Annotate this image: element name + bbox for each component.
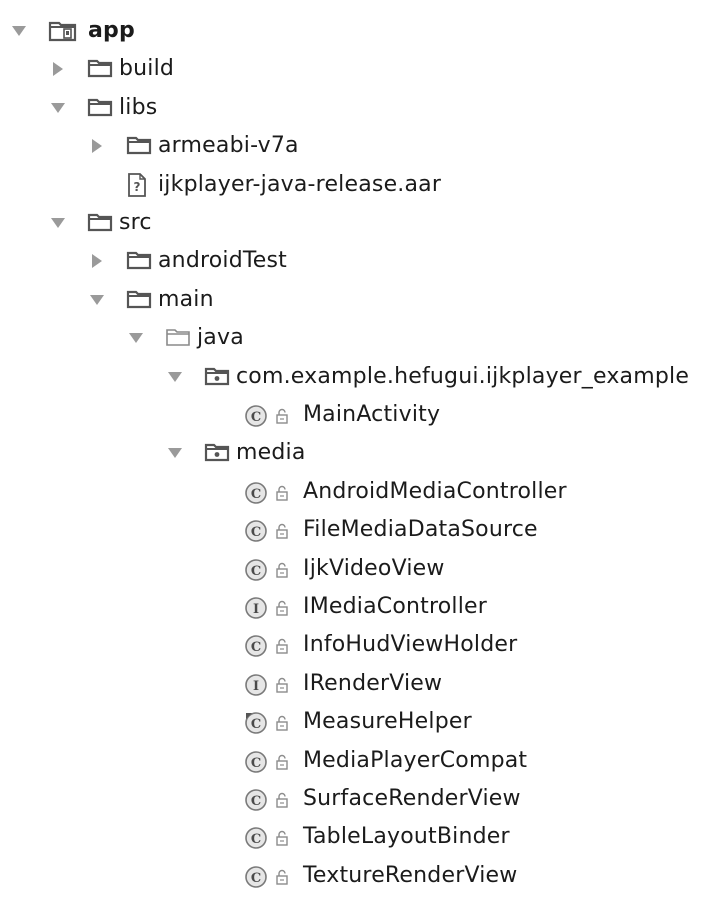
tree-row[interactable]: armeabi-v7a: [0, 127, 721, 165]
tree-row[interactable]: media: [0, 434, 721, 472]
tree-row[interactable]: libs: [0, 89, 721, 127]
class-icon: C: [243, 749, 299, 779]
tree-row[interactable]: build: [0, 50, 721, 88]
expand-arrow-icon[interactable]: [51, 218, 65, 228]
tree-row[interactable]: C MainActivity: [0, 396, 721, 434]
tree-row[interactable]: C InfoHudViewHolder: [0, 626, 721, 664]
svg-text:C: C: [251, 564, 261, 579]
svg-text:C: C: [251, 410, 261, 425]
svg-text:C: C: [251, 487, 261, 502]
class-icon: C: [243, 403, 299, 433]
svg-text:I: I: [253, 602, 259, 617]
svg-text:C: C: [251, 525, 261, 540]
class-icon: C: [243, 864, 299, 894]
tree-row[interactable]: C FileMediaDataSource: [0, 511, 721, 549]
interface-icon: I: [243, 672, 299, 702]
folder-icon: [126, 134, 152, 160]
tree-row[interactable]: I IMediaController: [0, 588, 721, 626]
tree-item-label: ijkplayer-java-release.aar: [158, 171, 442, 197]
svg-text:I: I: [253, 679, 259, 694]
tree-row[interactable]: C AndroidMediaController: [0, 473, 721, 511]
expand-arrow-icon[interactable]: [168, 448, 182, 459]
tree-item-label: MeasureHelper: [303, 709, 472, 735]
collapse-arrow-icon[interactable]: [92, 139, 102, 154]
tree-item-label: AndroidMediaController: [303, 478, 567, 504]
svg-text:C: C: [251, 832, 261, 847]
folder-icon: [126, 288, 152, 314]
folder-icon: [87, 96, 113, 122]
tree-item-label: src: [119, 210, 152, 235]
tree-row[interactable]: java: [0, 319, 721, 357]
tree-item-label: app: [88, 18, 135, 43]
expand-arrow-icon[interactable]: [90, 294, 104, 305]
tree-item-label: androidTest: [158, 248, 288, 274]
tree-row[interactable]: C IjkVideoView: [0, 550, 721, 588]
tree-item-label: FileMediaDataSource: [303, 517, 538, 543]
tree-item-label: SurfaceRenderView: [303, 786, 521, 811]
tree-item-label: com.example.hefugui.ijkplayer_example: [236, 363, 690, 389]
tree-item-label: build: [119, 56, 175, 82]
interface-icon: I: [243, 595, 299, 625]
tree-row[interactable]: src: [0, 204, 721, 242]
tree-row[interactable]: ? ijkplayer-java-release.aar: [0, 166, 721, 204]
svg-text:?: ?: [134, 180, 141, 194]
tree-item-label: IRenderView: [303, 670, 443, 696]
folder-icon: [126, 249, 152, 275]
tree-item-label: IMediaController: [303, 594, 487, 619]
class-icon: C: [243, 480, 299, 510]
tree-item-label: main: [158, 286, 214, 312]
tree-item-label: TextureRenderView: [303, 862, 518, 888]
folder-icon: [87, 57, 113, 83]
source-folder-icon: [165, 326, 191, 352]
tree-row[interactable]: C MediaPlayerCompat: [0, 742, 721, 780]
package-icon: [204, 441, 230, 467]
expand-arrow-icon[interactable]: [129, 333, 143, 344]
tree-item-label: TableLayoutBinder: [303, 824, 510, 850]
tree-row[interactable]: main: [0, 281, 721, 319]
tree-item-label: InfoHudViewHolder: [303, 632, 518, 658]
class-icon: C: [243, 633, 299, 663]
tree-item-label: java: [197, 325, 244, 351]
tree-row[interactable]: I IRenderView: [0, 665, 721, 703]
module-folder-icon: [48, 19, 78, 47]
svg-text:C: C: [251, 717, 261, 732]
svg-text:C: C: [251, 640, 261, 655]
expand-arrow-icon[interactable]: [168, 371, 182, 382]
svg-text:C: C: [251, 871, 261, 886]
expand-arrow-icon[interactable]: [51, 102, 65, 113]
class-icon: C: [243, 710, 299, 740]
tree-row[interactable]: com.example.hefugui.ijkplayer_example: [0, 358, 721, 396]
project-tree: app build libs armeabi-v7a? ijkplayer-java-r…: [0, 0, 721, 902]
class-icon: C: [243, 518, 299, 548]
tree-item-label: armeabi-v7a: [158, 133, 299, 159]
expand-arrow-icon[interactable]: [12, 26, 26, 36]
class-icon: C: [243, 825, 299, 855]
tree-item-label: libs: [119, 94, 158, 120]
tree-item-label: IjkVideoView: [303, 555, 445, 581]
svg-text:C: C: [251, 756, 261, 771]
class-icon: C: [243, 557, 299, 587]
tree-row[interactable]: C TextureRenderView: [0, 857, 721, 895]
tree-row[interactable]: C SurfaceRenderView: [0, 780, 721, 818]
unknown-file-icon: ?: [126, 172, 148, 202]
folder-icon: [87, 211, 113, 237]
class-icon: C: [243, 787, 299, 817]
tree-item-label: media: [236, 440, 306, 466]
tree-item-label: MainActivity: [303, 402, 441, 427]
svg-text:C: C: [251, 794, 261, 809]
tree-row[interactable]: androidTest: [0, 242, 721, 280]
package-icon: [204, 365, 230, 391]
tree-row[interactable]: C TableLayoutBinder: [0, 818, 721, 856]
collapse-arrow-icon[interactable]: [92, 254, 102, 269]
tree-row[interactable]: app: [0, 12, 721, 50]
tree-item-label: MediaPlayerCompat: [303, 747, 528, 773]
collapse-arrow-icon[interactable]: [53, 62, 63, 77]
tree-row[interactable]: C MeasureHelper: [0, 703, 721, 741]
